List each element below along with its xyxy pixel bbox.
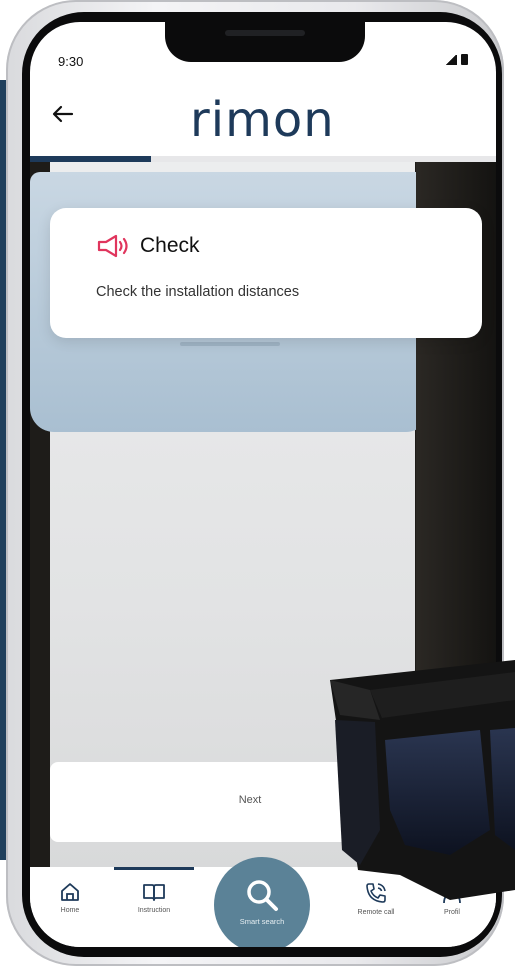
instruction-card: Check Check the installation distances — [50, 208, 482, 338]
app-header: rimon — [30, 82, 496, 154]
status-time: 9:30 — [58, 54, 84, 69]
search-icon — [247, 880, 278, 911]
megaphone-icon — [97, 234, 128, 258]
phone-notch — [165, 22, 365, 62]
nav-active-indicator — [114, 867, 194, 870]
card-text: Check the installation distances — [96, 284, 300, 300]
app-logo: rimon — [190, 92, 335, 148]
book-icon — [143, 884, 165, 901]
appliance-vent — [180, 342, 280, 346]
signal-icon — [445, 55, 457, 65]
smart-search-button[interactable]: Smart search — [214, 857, 310, 947]
nav-label-instruction: Instruction — [137, 907, 171, 914]
nav-item-instruction[interactable]: Instruction — [124, 881, 184, 914]
battery-icon — [461, 54, 468, 65]
arrow-left-icon — [52, 105, 74, 123]
status-icons — [445, 54, 468, 65]
smart-search-label: Smart search — [239, 917, 285, 926]
nav-label-home: Home — [60, 907, 80, 914]
smart-glasses-image — [330, 660, 515, 900]
card-title: Check — [140, 234, 200, 257]
back-button[interactable] — [52, 104, 74, 129]
nav-item-home[interactable]: Home — [40, 881, 100, 914]
home-icon — [61, 883, 79, 901]
card-title-row: Check — [96, 234, 200, 258]
